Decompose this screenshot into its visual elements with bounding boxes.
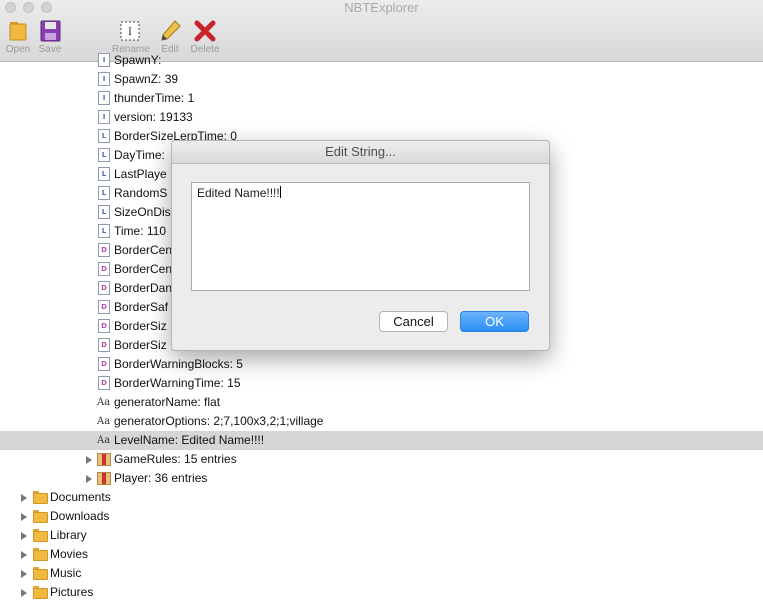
int-tag-icon: I: [98, 72, 110, 86]
tree-folder-row[interactable]: Music: [0, 564, 763, 583]
tree-row[interactable]: Player: 36 entries: [0, 469, 763, 488]
compound-tag-icon: [97, 453, 111, 466]
tree-row-label: thunderTime: 1: [114, 91, 195, 105]
disclosure-triangle-icon[interactable]: [86, 475, 92, 483]
tree-row[interactable]: Aa generatorOptions: 2;7,100x3,2;1;villag…: [0, 412, 763, 431]
long-tag-icon: L: [98, 186, 110, 200]
tree-folder-row[interactable]: Documents: [0, 488, 763, 507]
int-tag-icon: I: [98, 53, 110, 67]
tree-row-label: Player: 36 entries: [114, 471, 208, 485]
double-tag-icon: D: [98, 300, 110, 314]
folder-label: Music: [50, 566, 82, 580]
int-tag-icon: I: [98, 91, 110, 105]
double-tag-icon: D: [98, 243, 110, 257]
folder-icon: [33, 586, 48, 599]
ok-button[interactable]: OK: [460, 311, 529, 332]
tree-row-label: Time: 110: [114, 224, 167, 238]
tree-row[interactable]: Iversion: 19133: [0, 108, 763, 127]
long-tag-icon: L: [98, 129, 110, 143]
string-tag-icon: Aa: [97, 416, 111, 427]
tree-row-label: LevelName: Edited Name!!!!: [114, 433, 265, 447]
double-tag-icon: D: [98, 281, 110, 295]
compound-tag-icon: [97, 472, 111, 485]
disclosure-triangle-icon[interactable]: [21, 532, 27, 540]
tree-row-label: SizeOnDis: [114, 205, 171, 219]
disclosure-triangle-icon[interactable]: [21, 551, 27, 559]
folder-open-icon: [6, 19, 30, 43]
text-caret: [279, 186, 281, 198]
long-tag-icon: L: [98, 167, 110, 181]
folder-icon: [33, 529, 48, 542]
tree-row[interactable]: D BorderWarningTime: 15: [0, 374, 763, 393]
tree-row-label: BorderSaf: [114, 300, 169, 314]
tree-row[interactable]: IthunderTime: 1: [0, 89, 763, 108]
window-title: NBTExplorer: [344, 0, 419, 15]
tree-folder-row[interactable]: Pictures: [0, 583, 763, 602]
tree-row-label: BorderWarningTime: 15: [114, 376, 241, 390]
folder-icon: [33, 510, 48, 523]
disclosure-triangle-icon[interactable]: [21, 513, 27, 521]
tree-row-label: generatorName: flat: [114, 395, 221, 409]
int-tag-icon: I: [98, 110, 110, 124]
folder-label: Movies: [50, 547, 89, 561]
long-tag-icon: L: [98, 148, 110, 162]
disclosure-triangle-icon[interactable]: [21, 589, 27, 597]
tree-folder-row[interactable]: Downloads: [0, 507, 763, 526]
folder-icon: [33, 491, 48, 504]
tree-row-label: BorderSiz: [114, 338, 167, 352]
tree-row-label: GameRules: 15 entries: [114, 452, 237, 466]
tree-row-label: generatorOptions: 2;7,100x3,2;1;village: [114, 414, 324, 428]
dialog-title: Edit String...: [172, 141, 549, 164]
tree-row-label: RandomS: [114, 186, 168, 200]
rename-icon: I: [118, 19, 142, 43]
folder-label: Pictures: [50, 585, 94, 599]
tree-row[interactable]: Aa generatorName: flat: [0, 393, 763, 412]
folder-label: Downloads: [50, 509, 110, 523]
tree-row-label: BorderWarningBlocks: 5: [114, 357, 243, 371]
string-tag-icon: Aa: [97, 397, 111, 408]
disclosure-triangle-icon[interactable]: [86, 456, 92, 464]
folder-icon: [33, 567, 48, 580]
double-tag-icon: D: [98, 357, 110, 371]
tree-row-label: BorderCen: [114, 262, 173, 276]
tree-row-label: BorderSiz: [114, 319, 167, 333]
long-tag-icon: L: [98, 224, 110, 238]
string-value-text: Edited Name!!!!: [197, 186, 280, 200]
disclosure-triangle-icon[interactable]: [21, 570, 27, 578]
tree-row[interactable]: GameRules: 15 entries: [0, 450, 763, 469]
tree-row[interactable]: I SpawnZ: 39: [0, 70, 763, 89]
svg-text:I: I: [128, 27, 132, 38]
tree-row-selected[interactable]: Aa LevelName: Edited Name!!!!: [0, 431, 763, 450]
tree-row[interactable]: D BorderWarningBlocks: 5: [0, 355, 763, 374]
tree-row-label: LastPlaye: [114, 167, 167, 181]
tree-row-label: BorderCen: [114, 243, 173, 257]
folder-label: Library: [50, 528, 87, 542]
disclosure-triangle-icon[interactable]: [21, 494, 27, 502]
double-tag-icon: D: [98, 338, 110, 352]
long-tag-icon: L: [98, 205, 110, 219]
floppy-disk-icon: [38, 19, 62, 43]
edit-string-dialog: Edit String... Edited Name!!!! Cancel OK: [171, 140, 550, 351]
cancel-button[interactable]: Cancel: [379, 311, 448, 332]
string-value-textarea[interactable]: Edited Name!!!!: [191, 182, 530, 291]
tree-folder-row[interactable]: Library: [0, 526, 763, 545]
string-tag-icon: Aa: [97, 435, 111, 446]
pencil-icon: [158, 19, 182, 43]
delete-x-icon: [193, 19, 217, 43]
double-tag-icon: D: [98, 376, 110, 390]
tree-folder-row[interactable]: Movies: [0, 545, 763, 564]
double-tag-icon: D: [98, 262, 110, 276]
folder-icon: [33, 548, 48, 561]
tree-row-label: SpawnZ: 39: [114, 72, 179, 86]
tree-row[interactable]: I SpawnY:: [0, 51, 763, 70]
double-tag-icon: D: [98, 319, 110, 333]
tree-row-label: BorderDan: [114, 281, 173, 295]
folder-label: Documents: [50, 490, 111, 504]
tree-row-label: DayTime:: [114, 148, 165, 162]
tree-row-label: SpawnY:: [114, 53, 162, 67]
tree-row-label: version: 19133: [114, 110, 193, 124]
